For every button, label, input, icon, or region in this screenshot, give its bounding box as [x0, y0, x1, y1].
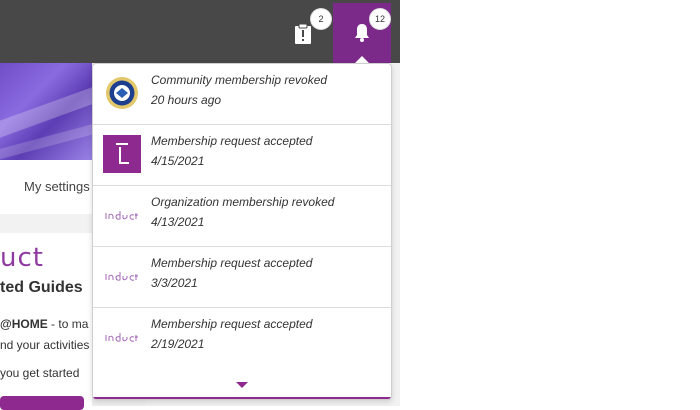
notification-time: 4/15/2021 — [151, 154, 205, 168]
activities-text: nd your activities — [0, 338, 90, 352]
home-rest: - to ma — [47, 317, 89, 331]
page-background — [400, 0, 700, 406]
induct-logo-icon — [103, 196, 141, 234]
induct-logo-icon — [103, 318, 141, 356]
brand-logo-text: uct — [0, 243, 44, 273]
notification-time: 3/3/2021 — [151, 276, 198, 290]
seal-logo-icon — [103, 74, 141, 112]
notification-time: 4/13/2021 — [151, 215, 205, 229]
guides-heading: ted Guides — [0, 279, 83, 296]
notification-time: 20 hours ago — [151, 93, 222, 107]
my-settings-tab[interactable]: My settings — [24, 179, 90, 194]
notification-item[interactable]: Membership request accepted 2/19/2021 — [93, 308, 391, 369]
dropdown-bottom-accent — [93, 397, 391, 399]
home-bold: @HOME — [0, 317, 48, 331]
purple-l-logo-icon — [103, 135, 141, 173]
notification-item[interactable]: Community membership revoked 20 hours ag… — [93, 64, 391, 125]
notification-title: Membership request accepted — [151, 256, 313, 270]
load-more-arrow-icon[interactable] — [236, 382, 248, 388]
tasks-count-badge: 2 — [311, 9, 331, 29]
notifications-dropdown: Community membership revoked 20 hours ag… — [92, 63, 392, 400]
notification-title: Membership request accepted — [151, 317, 313, 331]
notification-title: Membership request accepted — [151, 134, 313, 148]
notifications-count-badge: 12 — [370, 9, 390, 29]
get-started-text: you get started — [0, 366, 80, 380]
notification-item[interactable]: Membership request accepted 3/3/2021 — [93, 247, 391, 308]
bell-icon — [355, 24, 369, 42]
notification-title: Organization membership revoked — [151, 195, 335, 209]
notification-item[interactable]: Membership request accepted 4/15/2021 — [93, 125, 391, 186]
notification-title: Community membership revoked — [151, 73, 328, 87]
profile-banner — [0, 63, 92, 160]
dropdown-caret — [355, 56, 369, 63]
home-text: @HOME - to ma — [0, 317, 88, 331]
cta-button[interactable] — [0, 396, 84, 410]
notification-time: 2/19/2021 — [151, 337, 205, 351]
notification-item[interactable]: Organization membership revoked 4/13/202… — [93, 186, 391, 247]
clipboard-alert-icon — [295, 23, 311, 44]
induct-logo-icon — [103, 257, 141, 295]
